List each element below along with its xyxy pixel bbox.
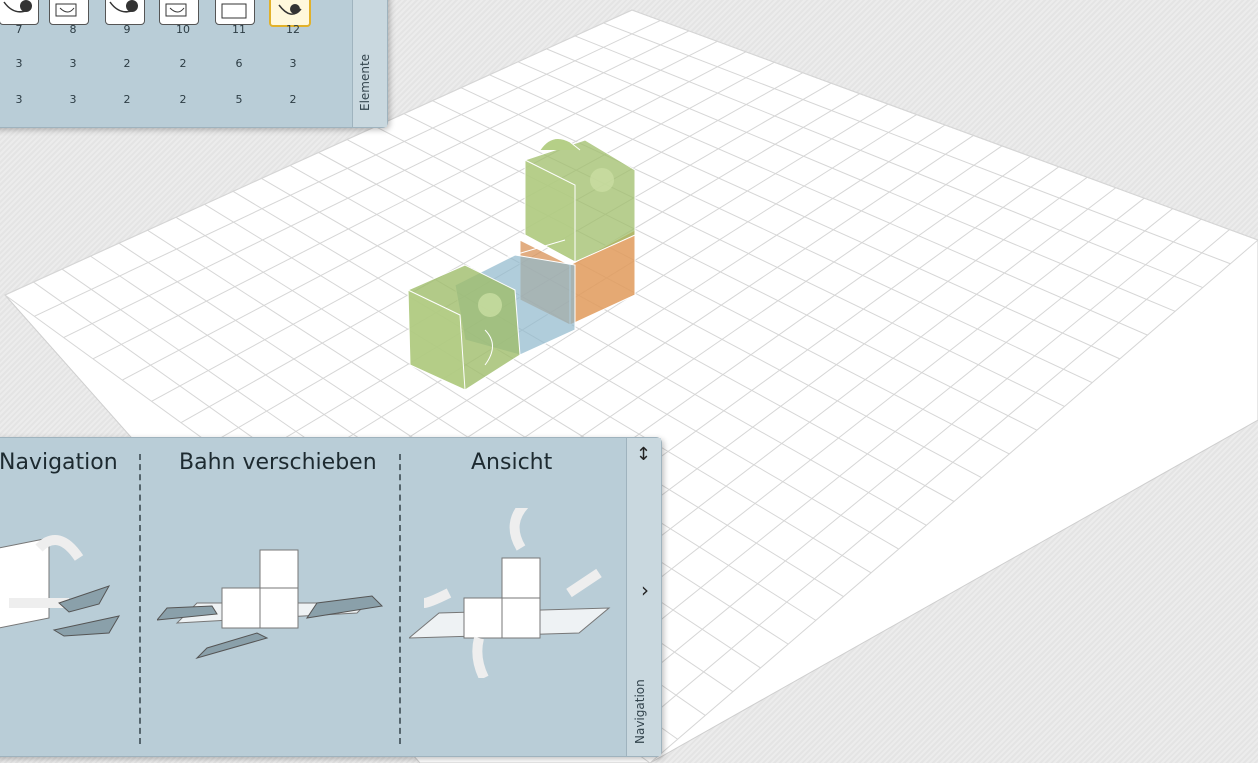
section-title-navigation: Navigation — [0, 450, 118, 475]
column-number-11: 11 — [232, 23, 246, 36]
count-row2-10: 2 — [179, 93, 187, 106]
section-title-bahn-verschieben: Bahn verschieben — [179, 450, 377, 475]
count-row1-7: 3 — [15, 57, 23, 70]
resize-icon[interactable]: ↕ — [636, 444, 651, 465]
column-number-10: 10 — [176, 23, 190, 36]
element-thumb-10[interactable] — [159, 0, 199, 25]
section-divider — [139, 454, 141, 744]
count-row1-11: 6 — [235, 57, 243, 70]
column-number-12: 12 — [286, 23, 300, 36]
column-number-7: 7 — [15, 23, 23, 36]
element-thumb-7[interactable] — [0, 0, 39, 25]
count-row1-12: 3 — [289, 57, 297, 70]
elements-panel[interactable]: 7 8 9 10 11 12 3 3 2 2 6 3 3 3 2 2 5 2 E… — [0, 0, 388, 128]
section-title-ansicht: Ansicht — [471, 450, 553, 475]
column-number-9: 9 — [123, 23, 131, 36]
count-row1-8: 3 — [69, 57, 77, 70]
count-row2-12: 2 — [289, 93, 297, 106]
count-row2-8: 3 — [69, 93, 77, 106]
count-row2-9: 2 — [123, 93, 131, 106]
section-divider — [399, 454, 401, 744]
bahn-verschieben-illustration — [157, 549, 384, 660]
count-row2-11: 5 — [235, 93, 243, 106]
navigation-tab[interactable]: ↕ › Navigation — [626, 438, 661, 756]
count-row1-9: 2 — [123, 57, 131, 70]
elements-tab[interactable]: Elemente — [352, 0, 387, 127]
navigation-illustration — [0, 535, 121, 637]
column-number-8: 8 — [69, 23, 77, 36]
navigation-panel[interactable]: Navigation Bahn verschieben Ansicht ↕ › … — [0, 437, 662, 757]
elements-tab-label: Elemente — [358, 53, 372, 111]
navigation-tab-label: Navigation — [633, 679, 647, 744]
ansicht-illustration — [409, 508, 611, 678]
element-thumb-9[interactable] — [105, 0, 145, 25]
count-row2-7: 3 — [15, 93, 23, 106]
count-row1-10: 2 — [179, 57, 187, 70]
element-thumb-11[interactable] — [215, 0, 255, 25]
chevron-right-icon[interactable]: › — [641, 578, 649, 602]
element-thumb-8[interactable] — [49, 0, 89, 25]
